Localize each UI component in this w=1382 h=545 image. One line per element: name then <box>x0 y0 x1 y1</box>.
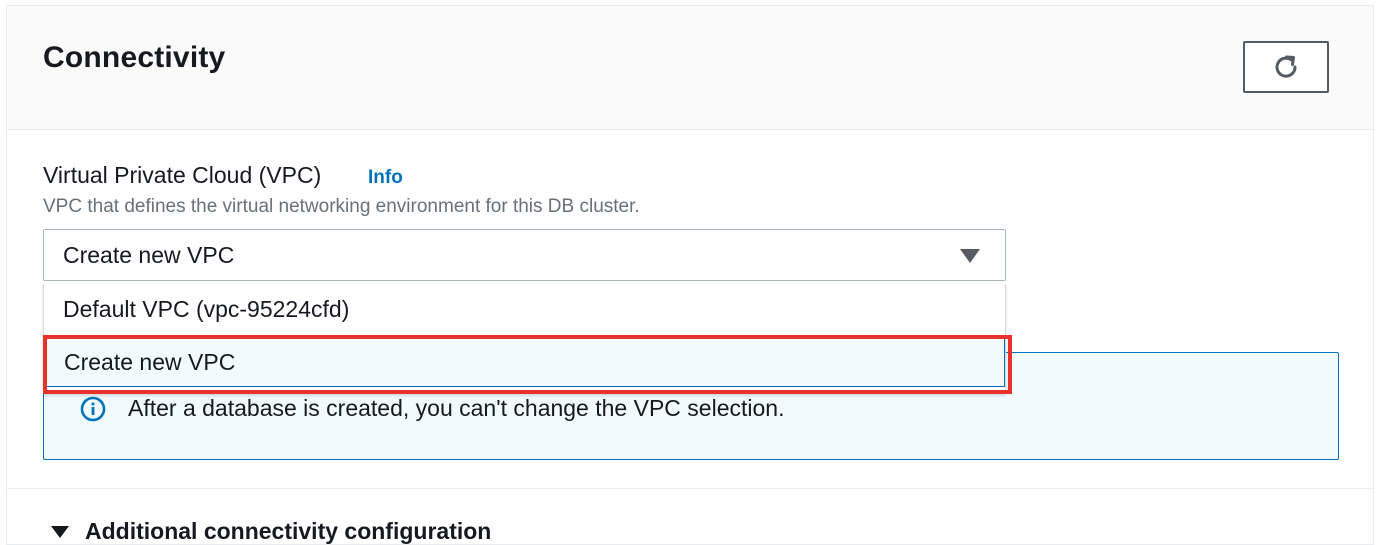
vpc-option-create-new[interactable]: Create new VPC <box>44 336 1005 387</box>
caret-down-icon <box>960 249 980 263</box>
option-label: Create new VPC <box>64 349 236 375</box>
alert-text: After a database is created, you can't c… <box>128 395 785 421</box>
caret-down-icon <box>51 525 69 538</box>
panel-title: Connectivity <box>43 41 226 74</box>
vpc-select[interactable]: Create new VPC <box>43 229 1006 281</box>
vpc-info-link[interactable]: Info <box>368 167 403 189</box>
additional-connectivity-expander[interactable]: Additional connectivity configuration <box>51 518 491 545</box>
vpc-description: VPC that defines the virtual networking … <box>43 196 640 217</box>
vpc-label: Virtual Private Cloud (VPC) <box>43 162 322 188</box>
refresh-button[interactable] <box>1243 41 1329 93</box>
connectivity-panel: Connectivity Virtual Private Cloud (VPC)… <box>6 5 1374 545</box>
info-icon <box>80 396 106 422</box>
vpc-option-default[interactable]: Default VPC (vpc-95224cfd) <box>44 284 1005 335</box>
refresh-icon <box>1275 55 1297 78</box>
vpc-select-value: Create new VPC <box>63 242 235 268</box>
option-label: Default VPC (vpc-95224cfd) <box>63 296 350 322</box>
section-divider <box>7 488 1373 489</box>
expander-label: Additional connectivity configuration <box>85 518 492 544</box>
panel-header: Connectivity <box>7 6 1373 130</box>
vpc-dropdown-list: Default VPC (vpc-95224cfd) Create new VP… <box>43 284 1006 394</box>
